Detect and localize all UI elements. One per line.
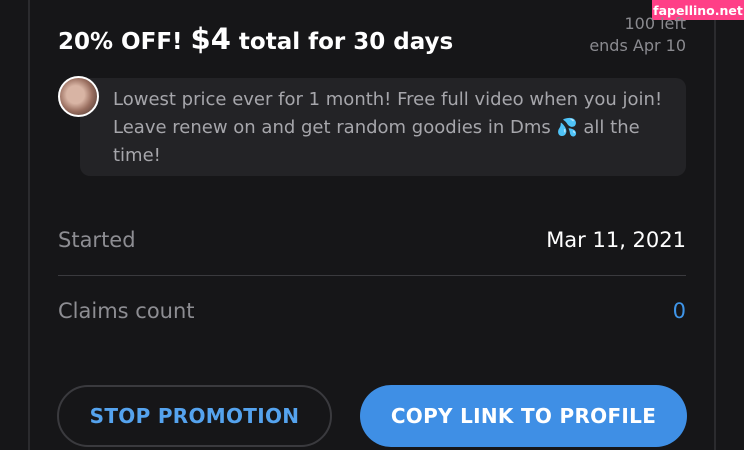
promo-end-date: ends Apr 10 xyxy=(589,36,686,55)
promo-message: Lowest price ever for 1 month! Free full… xyxy=(113,86,679,170)
promo-title: 20% OFF! $4 total for 30 days xyxy=(58,22,453,56)
started-value: Mar 11, 2021 xyxy=(546,228,686,252)
card-left-border xyxy=(28,0,30,450)
row-divider xyxy=(58,275,686,276)
started-row: Started Mar 11, 2021 xyxy=(58,222,686,258)
card-right-border xyxy=(714,0,716,450)
promo-title-suffix: total for 30 days xyxy=(230,29,454,55)
promo-meta: 100 left ends Apr 10 xyxy=(589,13,686,57)
stop-promotion-button[interactable]: STOP PROMOTION xyxy=(57,385,332,447)
sweat-droplets-icon: 💦 xyxy=(556,118,578,138)
copy-link-to-profile-button[interactable]: COPY LINK TO PROFILE xyxy=(360,385,687,447)
promo-remaining: 100 left xyxy=(624,14,686,33)
promo-price: $4 xyxy=(190,22,231,56)
promo-title-prefix: 20% OFF! xyxy=(58,29,191,55)
claims-row: Claims count 0 xyxy=(58,293,686,329)
claims-label: Claims count xyxy=(58,299,195,323)
user-avatar[interactable] xyxy=(58,76,99,117)
started-label: Started xyxy=(58,228,136,252)
claims-count[interactable]: 0 xyxy=(673,299,686,323)
